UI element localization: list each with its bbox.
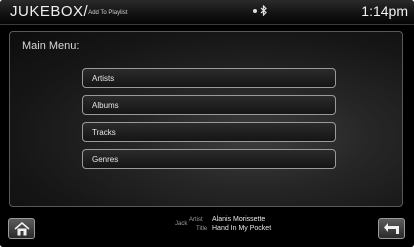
artist-label: Artist (189, 217, 203, 223)
main-menu-panel: Main Menu: Artists Albums Tracks Genres (9, 31, 403, 207)
status-icons (253, 4, 268, 18)
menu-item-tracks[interactable]: Tracks (82, 122, 336, 142)
menu-item-label: Artists (92, 74, 115, 83)
menu-item-label: Albums (92, 101, 119, 110)
menu-item-genres[interactable]: Genres (82, 149, 336, 169)
title-label: Title (196, 226, 208, 232)
app-title-text: JUKEBOX/ (10, 3, 89, 20)
app-title: JUKEBOX/Add To Playlist (10, 3, 127, 20)
menu-item-label: Tracks (92, 128, 116, 137)
menu-title: Main Menu: (22, 40, 80, 52)
now-playing-source: Jack (175, 221, 188, 227)
title-value: Hand In My Pocket (212, 225, 272, 232)
clock: 1:14pm (361, 3, 408, 19)
signal-dot-icon (253, 9, 257, 13)
menu-item-albums[interactable]: Albums (82, 95, 336, 115)
app-subtitle: Add To Playlist (88, 10, 128, 16)
menu-item-label: Genres (92, 155, 119, 164)
back-button[interactable] (378, 218, 405, 239)
home-icon (14, 222, 30, 236)
artist-value: Alanis Morissette (212, 216, 266, 223)
bluetooth-icon (260, 4, 267, 17)
home-button[interactable] (8, 218, 35, 239)
jukebox-screen: JUKEBOX/Add To Playlist 1:14pm Main Menu… (0, 0, 414, 247)
back-arrow-icon (384, 223, 399, 234)
status-bar: JUKEBOX/Add To Playlist 1:14pm (0, 0, 414, 25)
bottom-bar: Jack Artist Alanis Morissette Title Hand… (0, 212, 414, 247)
menu-item-artists[interactable]: Artists (82, 68, 336, 88)
